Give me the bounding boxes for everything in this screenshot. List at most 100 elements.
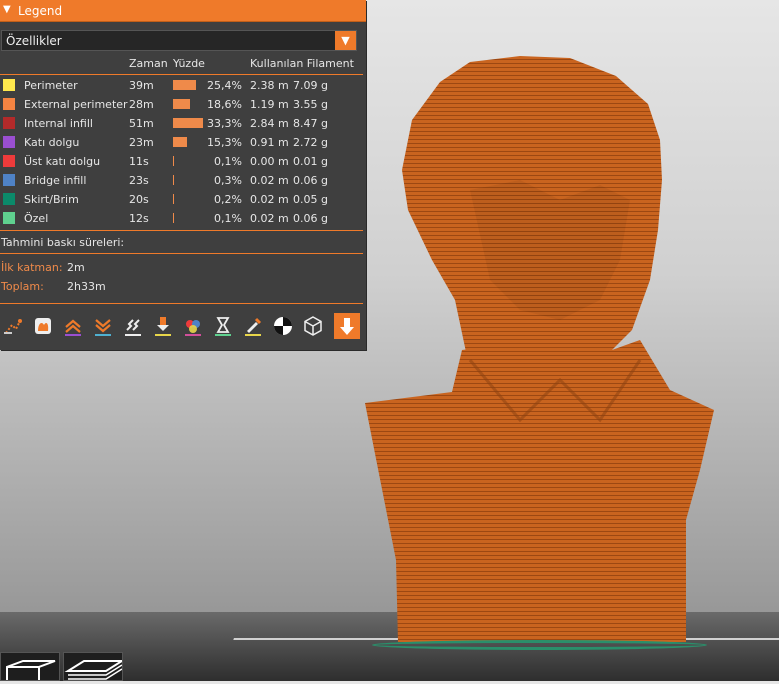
- feature-time: 20s: [129, 193, 149, 206]
- feature-weight: 0.01 g: [293, 155, 328, 168]
- feature-name: Katı dolgu: [24, 136, 80, 149]
- feature-row[interactable]: Özel 12s 0,1% 0.02 m 0.06 g: [0, 209, 366, 228]
- view-type-value: Özellikler: [6, 34, 62, 48]
- legend-panel: ▼ Legend Özellikler ▼ Zaman Yüzde Kullan…: [0, 0, 366, 350]
- tool-marker-icon[interactable]: [334, 313, 360, 339]
- view-3d-button[interactable]: [0, 652, 60, 681]
- feature-time: 23m: [129, 136, 154, 149]
- feature-color-swatch: [3, 98, 15, 110]
- feature-color-swatch: [3, 136, 15, 148]
- tool-changes-icon[interactable]: [150, 313, 176, 339]
- feature-name: Perimeter: [24, 79, 78, 92]
- wipe-icon[interactable]: [30, 313, 56, 339]
- feature-length: 0.02 m: [250, 174, 289, 187]
- column-header-time: Zaman: [129, 57, 168, 70]
- feature-row[interactable]: Internal infill 51m 33,3% 2.84 m 8.47 g: [0, 114, 366, 133]
- feature-weight: 3.55 g: [293, 98, 328, 111]
- collapse-triangle-icon[interactable]: ▼: [3, 4, 11, 15]
- feature-percent-bar: [173, 194, 174, 204]
- feature-length: 2.84 m: [250, 117, 289, 130]
- feature-weight: 7.09 g: [293, 79, 328, 92]
- feature-time: 39m: [129, 79, 154, 92]
- feature-row[interactable]: Üst katı dolgu 11s 0,1% 0.00 m 0.01 g: [0, 152, 366, 171]
- feature-color-swatch: [3, 193, 15, 205]
- feature-percent-bar: [173, 80, 196, 90]
- feature-time: 23s: [129, 174, 149, 187]
- feature-percent-bar: [173, 213, 174, 223]
- view-preview-button[interactable]: [63, 652, 126, 681]
- feature-row[interactable]: Perimeter 39m 25,4% 2.38 m 7.09 g: [0, 76, 366, 95]
- feature-weight: 8.47 g: [293, 117, 328, 130]
- feature-color-swatch: [3, 79, 15, 91]
- header-divider: [0, 74, 363, 75]
- feature-weight: 0.05 g: [293, 193, 328, 206]
- feature-percent-bar: [173, 137, 187, 147]
- legend-header[interactable]: ▼ Legend: [0, 0, 366, 22]
- feature-percent: 0,3%: [214, 174, 242, 187]
- feature-color-swatch: [3, 117, 15, 129]
- feature-time: 51m: [129, 117, 154, 130]
- feature-percent: 0,1%: [214, 212, 242, 225]
- divider: [0, 230, 363, 231]
- custom-gcodes-icon[interactable]: [240, 313, 266, 339]
- feature-row[interactable]: Skirt/Brim 20s 0,2% 0.02 m 0.05 g: [0, 190, 366, 209]
- total-label: Toplam:: [1, 280, 44, 293]
- feature-percent-bar: [173, 99, 190, 109]
- skirt-brim-ring: [372, 640, 707, 650]
- first-layer-label: İlk katman:: [1, 261, 63, 274]
- color-changes-icon[interactable]: [180, 313, 206, 339]
- chevron-down-icon[interactable]: ▼: [335, 31, 356, 50]
- feature-name: External perimeter: [24, 98, 128, 111]
- options-toolbar: [0, 312, 366, 340]
- feature-weight: 2.72 g: [293, 136, 328, 149]
- column-header-used-filament: Kullanılan Filament: [250, 57, 354, 70]
- first-layer-value: 2m: [67, 261, 85, 274]
- divider: [0, 303, 363, 304]
- feature-time: 11s: [129, 155, 149, 168]
- feature-percent: 25,4%: [207, 79, 242, 92]
- column-header-percent: Yüzde: [173, 57, 205, 70]
- seams-icon[interactable]: [120, 313, 146, 339]
- feature-time: 12s: [129, 212, 149, 225]
- shells-icon[interactable]: [300, 313, 326, 339]
- deretractions-icon[interactable]: [90, 313, 116, 339]
- feature-name: Skirt/Brim: [24, 193, 79, 206]
- feature-length: 0.00 m: [250, 155, 289, 168]
- feature-row[interactable]: External perimeter 28m 18,6% 1.19 m 3.55 g: [0, 95, 366, 114]
- feature-length: 0.91 m: [250, 136, 289, 149]
- total-value: 2h33m: [67, 280, 106, 293]
- retractions-icon[interactable]: [60, 313, 86, 339]
- feature-color-swatch: [3, 174, 15, 186]
- feature-percent-bar: [173, 175, 174, 185]
- feature-percent: 0,1%: [214, 155, 242, 168]
- feature-length: 0.02 m: [250, 193, 289, 206]
- divider: [0, 253, 363, 254]
- feature-name: Bridge infill: [24, 174, 87, 187]
- feature-time: 28m: [129, 98, 154, 111]
- feature-percent-bar: [173, 118, 203, 128]
- feature-percent: 18,6%: [207, 98, 242, 111]
- feature-name: Üst katı dolgu: [24, 155, 101, 168]
- feature-length: 2.38 m: [250, 79, 289, 92]
- legend-title: Legend: [18, 4, 63, 18]
- feature-percent-bar: [173, 156, 174, 166]
- bust-body: [365, 340, 714, 642]
- pause-prints-icon[interactable]: [210, 313, 236, 339]
- feature-row[interactable]: Bridge infill 23s 0,3% 0.02 m 0.06 g: [0, 171, 366, 190]
- feature-percent: 33,3%: [207, 117, 242, 130]
- feature-length: 1.19 m: [250, 98, 289, 111]
- feature-color-swatch: [3, 155, 15, 167]
- feature-percent: 15,3%: [207, 136, 242, 149]
- travel-icon[interactable]: [0, 313, 26, 339]
- feature-name: Özel: [24, 212, 49, 225]
- feature-percent: 0,2%: [214, 193, 242, 206]
- feature-weight: 0.06 g: [293, 212, 328, 225]
- feature-weight: 0.06 g: [293, 174, 328, 187]
- feature-name: Internal infill: [24, 117, 93, 130]
- feature-color-swatch: [3, 212, 15, 224]
- feature-length: 0.02 m: [250, 212, 289, 225]
- estimates-title: Tahmini baskı süreleri:: [1, 236, 125, 249]
- feature-row[interactable]: Katı dolgu 23m 15,3% 0.91 m 2.72 g: [0, 133, 366, 152]
- view-type-select[interactable]: Özellikler ▼: [1, 30, 357, 51]
- center-of-gravity-icon[interactable]: [270, 313, 296, 339]
